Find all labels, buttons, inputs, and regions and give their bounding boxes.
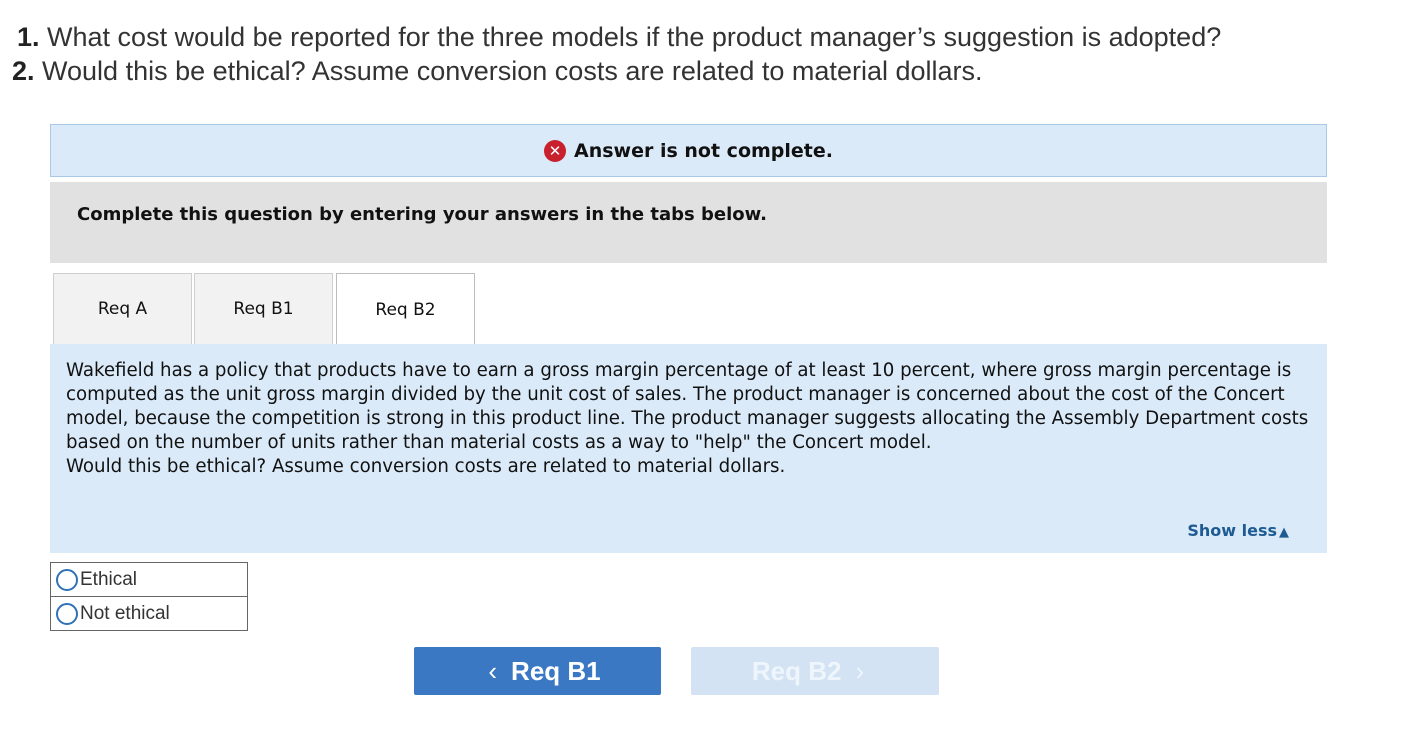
answer-options: Ethical Not ethical	[50, 562, 248, 631]
next-button: Req B2 ›	[691, 647, 939, 695]
question-2-number: 2.	[12, 56, 35, 86]
option-label: Ethical	[80, 568, 138, 590]
tab-req-a[interactable]: Req A	[53, 273, 192, 344]
prev-button[interactable]: ‹ Req B1	[414, 647, 661, 695]
question-1: 1. What cost would be reported for the t…	[17, 22, 1221, 53]
tab-req-b1[interactable]: Req B1	[194, 273, 333, 344]
question-1-number: 1.	[17, 22, 40, 52]
show-less-link[interactable]: Show less ▲	[1187, 521, 1289, 540]
tab-req-b2[interactable]: Req B2	[336, 273, 475, 345]
triangle-up-icon: ▲	[1279, 525, 1289, 540]
policy-paragraph: Wakefield has a policy that products hav…	[66, 360, 1309, 453]
tab-bar: Req A Req B1 Req B2	[50, 272, 1327, 345]
ethics-question: Would this be ethical? Assume conversion…	[66, 456, 786, 477]
tab-label: Req B2	[375, 299, 436, 320]
option-ethical[interactable]: Ethical	[51, 563, 247, 596]
question-2-text: Would this be ethical? Assume conversion…	[34, 56, 983, 86]
tab-label: Req A	[97, 299, 148, 319]
status-banner: ✕ Answer is not complete.	[50, 124, 1327, 177]
radio-button[interactable]	[56, 602, 78, 625]
error-x-icon: ✕	[544, 139, 566, 162]
question-body: Wakefield has a policy that products hav…	[66, 359, 1316, 479]
instructions-bar: Complete this question by entering your …	[50, 182, 1327, 263]
option-not-ethical[interactable]: Not ethical	[51, 596, 247, 630]
prev-button-label: Req B1	[511, 655, 601, 686]
chevron-left-icon: ‹	[488, 655, 498, 686]
question-1-text: What cost would be reported for the thre…	[39, 22, 1222, 52]
radio-button[interactable]	[56, 568, 78, 591]
question-panel: Wakefield has a policy that products hav…	[50, 344, 1327, 553]
next-button-label: Req B2	[751, 655, 842, 686]
chevron-right-icon: ›	[855, 655, 865, 686]
instructions-text: Complete this question by entering your …	[77, 204, 767, 225]
option-label: Not ethical	[80, 602, 170, 624]
question-2: 2. Would this be ethical? Assume convers…	[12, 56, 983, 87]
show-less-label: Show less	[1187, 521, 1277, 540]
tab-label: Req B1	[233, 299, 294, 319]
status-text: Answer is not complete.	[574, 139, 833, 162]
